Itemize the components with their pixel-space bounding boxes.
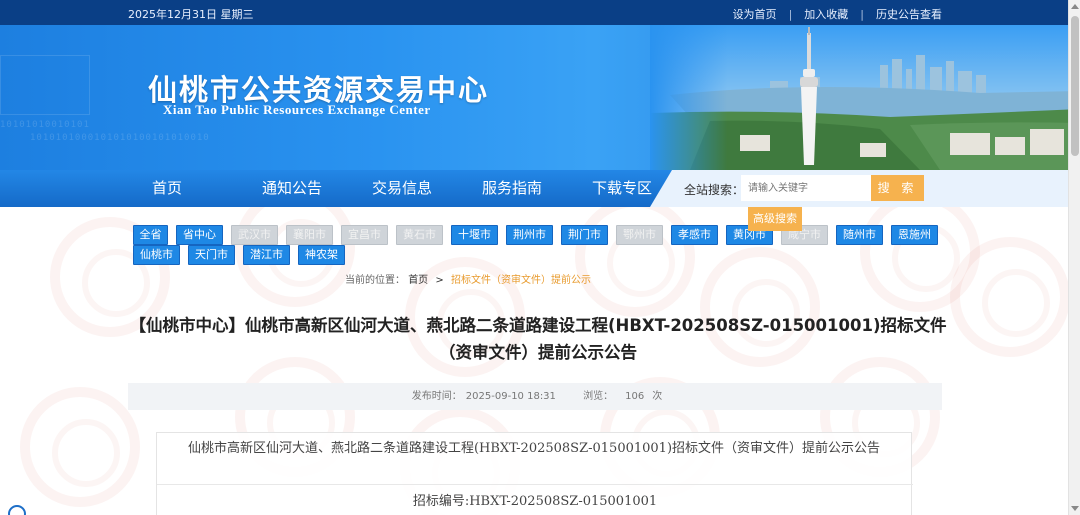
region-button-shiyan[interactable]: 十堰市 <box>451 225 498 245</box>
scroll-up-arrow-icon[interactable] <box>1071 4 1079 9</box>
floating-service-icon[interactable] <box>8 505 26 515</box>
advanced-search-button[interactable]: 高级搜索 <box>748 207 802 231</box>
region-button-qianjiang[interactable]: 潜江市 <box>243 245 290 265</box>
region-button-provincial-center[interactable]: 省中心 <box>176 225 223 245</box>
search-label: 全站搜索： <box>684 183 745 197</box>
article-meta: 发布时间： 2025-09-10 18:31 浏览： 106 次 <box>128 383 942 410</box>
divider: | <box>860 7 864 21</box>
decorative-grid <box>0 55 90 115</box>
nav-item-trade-info[interactable]: 交易信息 <box>372 170 482 207</box>
top-bar: 2025年12月31日 星期三 设为首页 | 加入收藏 | 历史公告查看 <box>0 0 1080 25</box>
decorative-binary: 10101010010101 <box>0 120 90 130</box>
region-button-yichang[interactable]: 宜昌市 <box>341 225 388 245</box>
region-button-suizhou[interactable]: 随州市 <box>836 225 883 245</box>
header-banner: 1010101000101010100101010010 10101010010… <box>0 25 1080 170</box>
breadcrumb-label: 当前的位置： <box>345 275 405 286</box>
main-nav: 首页 通知公告 交易信息 服务指南 下载专区 全站搜索： 搜 索 <box>0 170 1080 207</box>
region-button-enshi[interactable]: 恩施州 <box>891 225 938 245</box>
nav-item-home[interactable]: 首页 <box>152 170 262 207</box>
views-label: 浏览： <box>583 391 614 402</box>
nav-item-notices[interactable]: 通知公告 <box>262 170 372 207</box>
nav-items: 首页 通知公告 交易信息 服务指南 下载专区 <box>152 170 702 207</box>
history-notices-link[interactable]: 历史公告查看 <box>876 6 942 22</box>
scroll-down-arrow-icon[interactable] <box>1071 506 1079 511</box>
set-homepage-link[interactable]: 设为首页 <box>733 6 777 22</box>
scrollbar-thumb[interactable] <box>1071 16 1079 156</box>
site-subtitle: Xian Tao Public Resources Exchange Cente… <box>163 102 431 117</box>
region-button-xiangyang[interactable]: 襄阳市 <box>286 225 333 245</box>
region-button-jingzhou[interactable]: 荆州市 <box>506 225 553 245</box>
breadcrumb-current-link[interactable]: 招标文件（资审文件）提前公示 <box>451 275 591 286</box>
region-button-xiaogan[interactable]: 孝感市 <box>671 225 718 245</box>
region-button-shennongjia[interactable]: 神农架 <box>298 245 345 265</box>
breadcrumb-home-link[interactable]: 首页 <box>408 275 428 286</box>
publish-time-label: 发布时间： <box>411 391 462 402</box>
search-button[interactable]: 搜 索 <box>871 175 924 201</box>
region-button-ezhou[interactable]: 鄂州市 <box>616 225 663 245</box>
region-button-xiantao[interactable]: 仙桃市 <box>133 245 180 265</box>
region-button-wuhan[interactable]: 武汉市 <box>231 225 278 245</box>
top-links: 设为首页 | 加入收藏 | 历史公告查看 <box>733 6 942 22</box>
region-button-jingmen[interactable]: 荆门市 <box>561 225 608 245</box>
page-scrollbar[interactable] <box>1068 0 1080 515</box>
views-unit: 次 <box>652 391 663 402</box>
breadcrumb-separator: > <box>435 275 444 286</box>
search-input[interactable] <box>741 175 871 201</box>
current-date: 2025年12月31日 星期三 <box>128 8 254 21</box>
region-button-tianmen[interactable]: 天门市 <box>188 245 235 265</box>
article-content: 仙桃市高新区仙河大道、燕北路二条道路建设工程(HBXT-202508SZ-015… <box>156 432 913 515</box>
bid-number: 招标编号:HBXT-202508SZ-015001001 <box>412 494 658 509</box>
view-count: 106 <box>625 391 645 402</box>
content-heading: 仙桃市高新区仙河大道、燕北路二条道路建设工程(HBXT-202508SZ-015… <box>187 441 881 456</box>
breadcrumb: 当前的位置： 首页 > 招标文件（资审文件）提前公示 <box>345 271 591 286</box>
divider: | <box>788 7 793 21</box>
region-button-huangshi[interactable]: 黄石市 <box>396 225 443 245</box>
publish-time: 2025-09-10 18:31 <box>465 391 556 402</box>
article-title: 【仙桃市中心】仙桃市高新区仙河大道、燕北路二条道路建设工程(HBXT-20250… <box>129 316 947 362</box>
city-skyline-image <box>650 25 1080 170</box>
add-favorite-link[interactable]: 加入收藏 <box>804 6 848 22</box>
content-divider <box>157 484 913 485</box>
nav-item-service-guide[interactable]: 服务指南 <box>482 170 592 207</box>
region-button-hubei[interactable]: 全省 <box>133 225 168 245</box>
decorative-binary: 1010101000101010100101010010 <box>30 133 210 143</box>
